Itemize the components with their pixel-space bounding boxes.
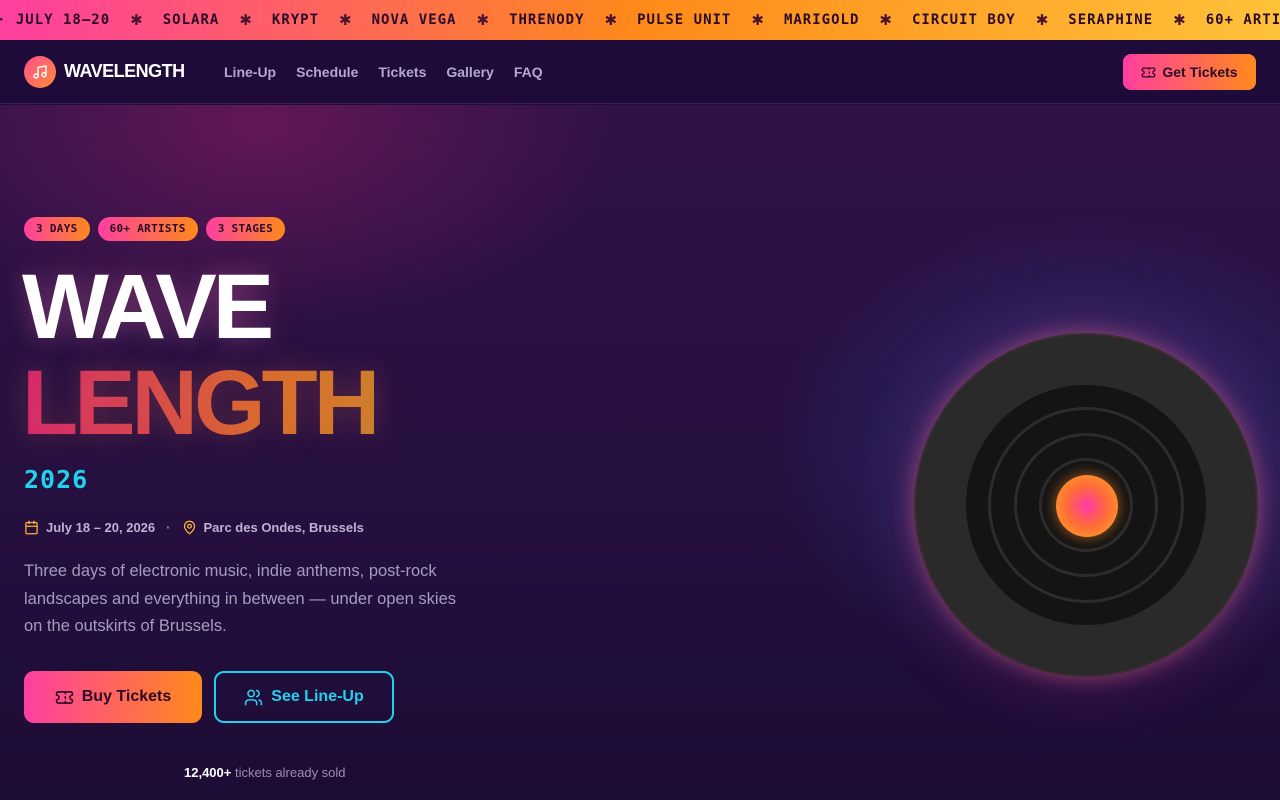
- ticker-item: THRENODY: [509, 12, 585, 28]
- vinyl-record-graphic: [914, 333, 1258, 677]
- ticker-separator: ✱: [1173, 11, 1186, 29]
- music-note-icon[interactable]: [24, 56, 56, 88]
- event-location: Parc des Ondes, Brussels: [203, 519, 364, 535]
- ticker-item: NOVA VEGA: [371, 12, 457, 28]
- navbar: WAVELENGTH Line-Up Schedule Tickets Gall…: [0, 40, 1280, 104]
- event-meta: July 18 – 20, 2026 · Parc des Ondes, Bru…: [24, 517, 364, 537]
- ticker-item: PULSE UNIT: [637, 12, 732, 28]
- see-lineup-button[interactable]: See Line-Up: [214, 671, 394, 723]
- vinyl-center-label: [1056, 475, 1118, 537]
- ticker-item: · JULY 18–20: [0, 12, 111, 28]
- ticker-separator: ✱: [1035, 11, 1049, 29]
- hero-title-line2: LENGTH: [22, 352, 380, 454]
- ticker-separator: ✱: [751, 11, 764, 29]
- ticker-track: · JULY 18–20 ✱ SOLARA ✱ KRYPT ✱ NOVA VEGA ✱ THRE…: [0, 0, 1280, 40]
- meta-separator: ·: [166, 519, 171, 535]
- ticker-separator: ✱: [130, 11, 143, 29]
- get-tickets-button[interactable]: Get Tickets: [1123, 54, 1256, 90]
- brand-logo[interactable]: WAVELENGTH: [64, 61, 185, 82]
- buy-tickets-button[interactable]: Buy Tickets: [24, 671, 202, 723]
- hero-title-line1: WAVE: [22, 256, 274, 358]
- hero-section: 3 DAYS 60+ ARTISTS 3 STAGES WAVE LENGTH …: [0, 105, 1280, 800]
- announcement-ticker: · JULY 18–20 ✱ SOLARA ✱ KRYPT ✱ NOVA VEGA ✱ THRE…: [0, 0, 1280, 40]
- main-nav: Line-Up Schedule Tickets Gallery FAQ: [224, 64, 543, 80]
- tickets-sold-text: tickets already sold: [234, 765, 346, 780]
- nav-link-tickets[interactable]: Tickets: [378, 64, 426, 80]
- ticket-icon: [1141, 65, 1156, 80]
- hero-description: Three days of electronic music, indie an…: [24, 562, 457, 635]
- ticker-separator: ✱: [476, 11, 490, 29]
- tag-artists: 60+ ARTISTS: [97, 217, 198, 241]
- hero-tags: 3 DAYS 60+ ARTISTS 3 STAGES: [24, 217, 286, 241]
- ticker-item: SOLARA: [162, 12, 220, 28]
- ticker-item: KRYPT: [271, 12, 320, 28]
- event-date: July 18 – 20, 2026: [46, 519, 156, 535]
- calendar-icon: [24, 520, 39, 535]
- hero-year: 2026: [24, 465, 89, 494]
- ticket-icon: [55, 688, 74, 707]
- ticker-item: CIRCUIT BOY: [911, 12, 1016, 28]
- nav-link-faq[interactable]: FAQ: [514, 64, 543, 80]
- ticker-separator: ✱: [239, 11, 252, 29]
- buy-tickets-label: Buy Tickets: [81, 688, 172, 705]
- nav-link-gallery[interactable]: Gallery: [446, 64, 493, 80]
- see-lineup-label: See Line-Up: [271, 688, 364, 705]
- ticker-item: 60+ ARTISTS: [1205, 12, 1280, 28]
- tag-stages: 3 STAGES: [205, 217, 286, 241]
- tag-days: 3 DAYS: [24, 217, 90, 241]
- ticker-separator: ✱: [604, 11, 618, 29]
- get-tickets-label: Get Tickets: [1162, 64, 1238, 80]
- users-icon: [244, 688, 263, 707]
- map-pin-icon: [182, 520, 197, 535]
- tickets-sold: 12,400+ tickets already sold: [184, 765, 346, 780]
- nav-link-line-up[interactable]: Line-Up: [224, 64, 276, 80]
- ticker-separator: ✱: [339, 11, 352, 29]
- ticker-separator: ✱: [879, 11, 892, 29]
- nav-link-schedule[interactable]: Schedule: [296, 64, 358, 80]
- ticker-item: SERAPHINE: [1068, 12, 1154, 28]
- ticker-item: MARIGOLD: [783, 12, 860, 28]
- tickets-sold-count: 12,400+: [184, 765, 232, 780]
